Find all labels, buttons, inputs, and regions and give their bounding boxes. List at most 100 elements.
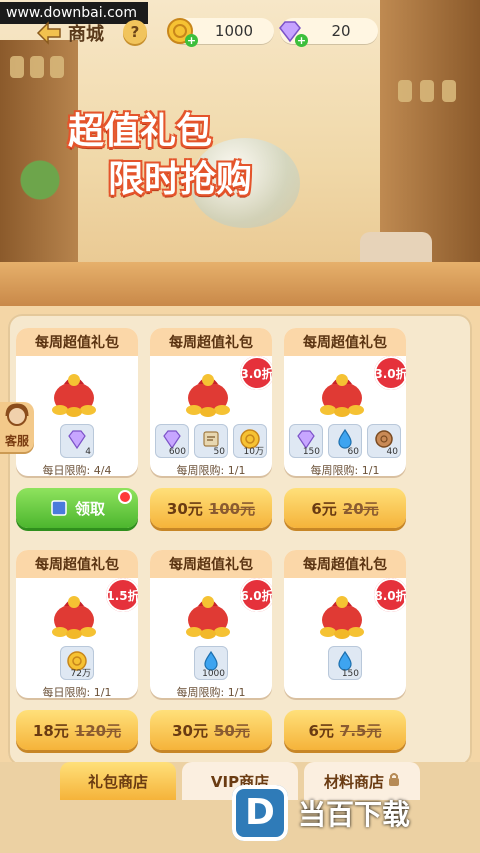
claim-label: 领取	[74, 499, 105, 518]
add-coins-button[interactable]: +	[185, 34, 198, 47]
gift-bag-icon	[180, 364, 236, 418]
buy-button[interactable]: 18元 120元	[16, 710, 138, 750]
discount-badge: 3.0折	[240, 356, 272, 390]
reward-item: 600	[155, 424, 189, 458]
shop-counter	[0, 262, 480, 306]
purchase-limit: 每日限购: 1/1	[42, 686, 112, 698]
plant-decoration	[0, 150, 80, 210]
back-arrow-icon	[36, 21, 62, 45]
gold-coin-icon: +	[166, 17, 198, 47]
purchase-limit: 每周限购: 1/1	[176, 464, 246, 476]
gift-bag-icon	[180, 586, 236, 640]
purple-gem-icon: +	[276, 17, 308, 47]
notification-dot	[120, 492, 130, 502]
coin-balance: + 1000	[167, 18, 274, 47]
buy-button[interactable]: 30元 100元	[150, 488, 272, 528]
discount-badge: 1.5折	[106, 578, 138, 612]
reward-amount: 150	[302, 447, 320, 457]
gift-bag-icon	[314, 364, 370, 418]
reward-amount: 60	[347, 447, 359, 457]
claim-button[interactable]: 领取	[16, 488, 138, 528]
original-price: 50元	[214, 721, 250, 740]
jar-icon	[420, 80, 434, 102]
reward-amount: 600	[168, 447, 186, 457]
brand-logo-icon: D	[232, 784, 288, 841]
reward-item: 60	[328, 424, 362, 458]
tab-gift-shop[interactable]: 礼包商店	[60, 762, 176, 800]
gift-pack-title: 每周超值礼包	[284, 550, 406, 578]
reward-item: 40	[367, 424, 401, 458]
promo-subheadline: 限时抢购	[108, 159, 253, 200]
buy-button[interactable]: 30元 50元	[150, 710, 272, 750]
reward-item: 1000	[194, 646, 228, 680]
gem-amount: 20	[331, 22, 351, 40]
reward-item: 72万	[60, 646, 94, 680]
brand-watermark: D 当百下载	[232, 772, 480, 853]
current-price: 30元	[166, 499, 203, 518]
reward-amount: 1000	[202, 669, 225, 679]
add-gems-button[interactable]: +	[295, 34, 308, 47]
coin-amount: 1000	[214, 22, 254, 40]
reward-item: 150	[328, 646, 362, 680]
current-price: 6元	[308, 721, 334, 740]
reward-item: 4	[60, 424, 94, 458]
reward-item: 50	[194, 424, 228, 458]
reward-amount: 50	[213, 447, 225, 457]
reward-items: 600 50 10万	[150, 424, 272, 458]
current-price: 6元	[311, 499, 337, 518]
promo-headline: 超值礼包	[68, 111, 213, 152]
gift-pack-title: 每周超值礼包	[150, 550, 272, 578]
jar-icon	[398, 80, 412, 102]
reward-items: 150 60 40	[284, 424, 406, 458]
discount-badge: 8.0折	[374, 578, 406, 612]
purchase-limit: 每周限购: 1/1	[176, 686, 246, 698]
customer-service-button[interactable]: 客服	[0, 402, 34, 452]
gift-bag-icon	[46, 364, 102, 418]
gift-pack-title: 每周超值礼包	[16, 550, 138, 578]
reward-amount: 10万	[243, 447, 264, 457]
reward-items: 72万	[16, 646, 138, 680]
gift-bag-icon	[314, 586, 370, 640]
reward-amount: 4	[85, 447, 91, 457]
page-title: 商城	[68, 24, 104, 45]
purchase-limit: 每周限购: 1/1	[310, 464, 380, 476]
reward-amount: 72万	[70, 669, 91, 679]
help-button[interactable]: ?	[123, 20, 147, 44]
buy-button[interactable]: 6元 7.5元	[284, 710, 406, 750]
customer-service-label: 客服	[4, 434, 29, 448]
jar-icon	[30, 56, 44, 78]
gift-pack-card: 每周超值礼包 3.0折 150 60 40 每周限购: 1/1	[284, 328, 406, 476]
original-price: 120元	[74, 721, 122, 740]
jar-icon	[10, 56, 24, 78]
discount-badge: 3.0折	[374, 356, 406, 390]
gift-pack-card: 每周超值礼包 1.5折 72万每日限购: 1/1	[16, 550, 138, 698]
reward-item: 10万	[233, 424, 267, 458]
jar-icon	[50, 56, 64, 78]
jar-icon	[442, 80, 456, 102]
current-price: 30元	[172, 721, 208, 740]
coupon-icon	[51, 500, 67, 516]
support-agent-icon	[5, 403, 29, 426]
brand-letter: D	[245, 792, 275, 833]
brand-name: 当百下载	[298, 797, 411, 831]
gift-pack-card: 每周超值礼包 3.0折 600 50 10万每周限购: 1/1	[150, 328, 272, 476]
reward-items: 150	[284, 646, 406, 680]
reward-items: 4	[16, 424, 138, 458]
original-price: 7.5元	[339, 721, 382, 740]
gift-bag-icon	[46, 586, 102, 640]
gift-pack-panel: 每周超值礼包 4 每日限购: 4/4 领取 每周超值礼包 3.0折 600 50 10万 每周限购…	[8, 314, 472, 766]
back-button[interactable]: 商城	[36, 20, 104, 46]
gift-pack-title: 每周超值礼包	[150, 328, 272, 356]
gift-pack-card: 每周超值礼包 6.0折 1000 每周限购: 1/1	[150, 550, 272, 698]
buy-button[interactable]: 6元 20元	[284, 488, 406, 528]
reward-amount: 40	[386, 447, 398, 457]
gift-pack-title: 每周超值礼包	[16, 328, 138, 356]
gift-pack-title: 每周超值礼包	[284, 328, 406, 356]
shop-screen: www.downbai.com 商城 ? + 1000 + 20 超值礼包 限时…	[0, 0, 480, 853]
purchase-limit: 每日限购: 4/4	[42, 464, 112, 476]
gem-balance: + 20	[279, 18, 378, 47]
discount-badge: 6.0折	[240, 578, 272, 612]
original-price: 100元	[208, 499, 256, 518]
reward-item: 150	[289, 424, 323, 458]
gift-pack-card: 每周超值礼包 8.0折 150	[284, 550, 406, 698]
